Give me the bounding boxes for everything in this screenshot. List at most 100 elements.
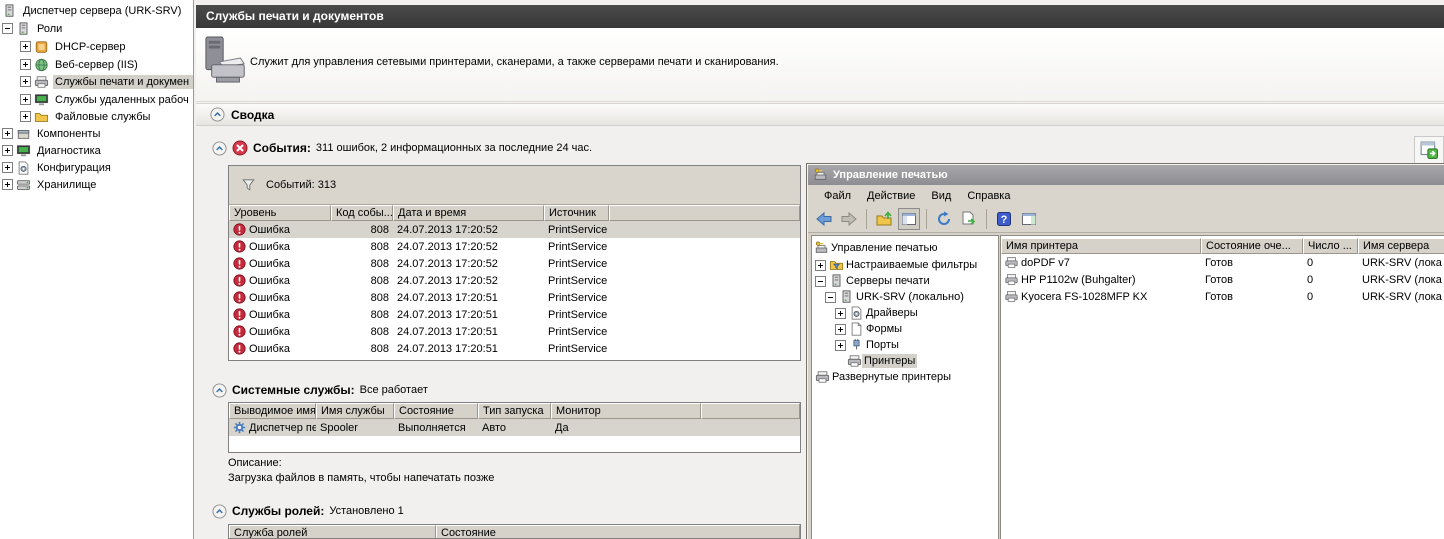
sidebar-item-print-services[interactable]: Службы печати и докумен <box>0 73 193 90</box>
tree-item-print-servers[interactable]: Серверы печати <box>812 273 998 289</box>
expand-icon[interactable] <box>2 179 13 190</box>
column-header-role-service[interactable]: Служба ролей <box>229 525 436 539</box>
services-table-header: Выводимое имя Имя службы Состояние Тип з… <box>229 403 800 419</box>
sidebar-item-label: Компоненты <box>35 127 102 141</box>
column-header-printer-name[interactable]: Имя принтера <box>1001 238 1201 254</box>
menu-help[interactable]: Справка <box>959 188 1018 204</box>
column-header-event-code[interactable]: Код собы... <box>331 205 393 221</box>
column-header-monitor[interactable]: Монитор <box>551 403 701 419</box>
expand-icon[interactable] <box>2 128 13 139</box>
go-to-window-icon <box>1420 141 1438 159</box>
column-header-queue-state[interactable]: Состояние оче... <box>1201 238 1303 254</box>
collapse-events-icon[interactable] <box>212 141 227 156</box>
window-titlebar[interactable]: Управление печатью <box>808 165 1444 185</box>
sidebar-item-dhcp[interactable]: DHCP-сервер <box>0 38 193 55</box>
column-header-source[interactable]: Источник <box>544 205 609 221</box>
toolbar-separator <box>986 209 987 229</box>
refresh-button[interactable] <box>933 208 955 230</box>
events-panel: Событий: 313 Уровень Код собы... Дата и … <box>228 165 801 361</box>
collapse-role-services-icon[interactable] <box>212 504 227 519</box>
expand-icon[interactable] <box>835 340 846 351</box>
expand-icon[interactable] <box>20 41 31 52</box>
sidebar-item-label: Службы удаленных рабоч <box>53 93 191 107</box>
event-row[interactable]: Ошибка 808 24.07.2013 17:20:51 PrintServ… <box>229 340 800 357</box>
forward-arrow-icon <box>841 211 857 227</box>
filter-icon[interactable] <box>241 178 256 192</box>
export-list-button[interactable] <box>958 208 980 230</box>
expand-icon[interactable] <box>2 162 13 173</box>
event-row[interactable]: Ошибка 808 24.07.2013 17:20:51 PrintServ… <box>229 323 800 340</box>
column-header-display-name[interactable]: Выводимое имя <box>229 403 316 419</box>
printer-row[interactable]: doPDF v7 Готов 0 URK-SRV (лока <box>1001 254 1444 271</box>
expand-icon[interactable] <box>20 59 31 70</box>
tree-item-ports[interactable]: Порты <box>812 337 998 353</box>
expand-icon[interactable] <box>835 308 846 319</box>
event-row[interactable]: Ошибка 808 24.07.2013 17:20:52 PrintServ… <box>229 238 800 255</box>
sidebar-item-configuration[interactable]: Конфигурация <box>0 159 193 176</box>
error-badge-icon <box>232 140 248 156</box>
expand-icon[interactable] <box>20 94 31 105</box>
collapse-services-icon[interactable] <box>212 383 227 398</box>
back-button[interactable] <box>813 208 835 230</box>
forward-button[interactable] <box>838 208 860 230</box>
sidebar-item-remote-desktop-services[interactable]: Службы удаленных рабоч <box>0 91 193 108</box>
tree-item-forms[interactable]: Формы <box>812 321 998 337</box>
toolbar <box>808 206 1444 233</box>
tree-item-print-management-root[interactable]: Управление печатью <box>812 240 998 256</box>
collapse-section-icon[interactable] <box>210 107 225 122</box>
column-header-role-state[interactable]: Состояние <box>436 525 800 539</box>
column-header-jobs[interactable]: Число ... <box>1303 238 1358 254</box>
expand-icon[interactable] <box>20 76 31 87</box>
printer-icon <box>1005 256 1018 269</box>
print-management-window[interactable]: Управление печатью Файл Действие Вид Спр… <box>806 163 1444 539</box>
column-header-filler <box>609 205 800 221</box>
sidebar-item-server-manager-root[interactable]: Диспетчер сервера (URK-SRV) <box>0 2 193 19</box>
menu-file[interactable]: Файл <box>816 188 859 204</box>
collapse-icon[interactable] <box>815 276 826 287</box>
event-row[interactable]: Ошибка 808 24.07.2013 17:20:51 PrintServ… <box>229 289 800 306</box>
event-row[interactable]: Ошибка 808 24.07.2013 17:20:51 PrintServ… <box>229 306 800 323</box>
column-header-service-name[interactable]: Имя службы <box>316 403 394 419</box>
tree-item-deployed-printers[interactable]: Развернутые принтеры <box>812 369 998 385</box>
sidebar-item-file-services[interactable]: Файловые службы <box>0 108 193 125</box>
printer-row[interactable]: HP P1102w (Buhgalter) Готов 0 URK-SRV (л… <box>1001 271 1444 288</box>
printer-row[interactable]: Kyocera FS-1028MFP KX Готов 0 URK-SRV (л… <box>1001 288 1444 305</box>
expand-icon[interactable] <box>815 260 826 271</box>
action-pane-icon <box>1021 211 1037 227</box>
sidebar-item-storage[interactable]: Хранилище <box>0 176 193 193</box>
column-header-server-name[interactable]: Имя сервера <box>1358 238 1444 254</box>
column-header-datetime[interactable]: Дата и время <box>393 205 544 221</box>
event-row[interactable]: Ошибка 808 24.07.2013 17:20:52 PrintServ… <box>229 221 800 238</box>
sidebar-item-features[interactable]: Компоненты <box>0 125 193 142</box>
menu-view[interactable]: Вид <box>923 188 959 204</box>
event-row[interactable]: Ошибка 808 24.07.2013 17:20:52 PrintServ… <box>229 272 800 289</box>
help-button[interactable] <box>993 208 1015 230</box>
service-row[interactable]: Диспетчер печати Spooler Выполняется Авт… <box>229 419 800 436</box>
menu-action[interactable]: Действие <box>859 188 923 204</box>
tree-item-drivers[interactable]: Драйверы <box>812 305 998 321</box>
menu-bar: Файл Действие Вид Справка <box>808 185 1444 206</box>
go-to-events-button[interactable] <box>1414 136 1444 164</box>
toolbar-separator <box>866 209 867 229</box>
collapse-icon[interactable] <box>825 292 836 303</box>
column-header-level[interactable]: Уровень <box>229 205 331 221</box>
expand-icon[interactable] <box>20 111 31 122</box>
ports-icon <box>849 338 864 352</box>
up-level-button[interactable] <box>873 208 895 230</box>
show-console-tree-button[interactable] <box>898 208 920 230</box>
expand-icon[interactable] <box>2 145 13 156</box>
sidebar-item-diagnostics[interactable]: Диагностика <box>0 142 193 159</box>
show-action-pane-button[interactable] <box>1018 208 1040 230</box>
tree-item-urk-srv[interactable]: URK-SRV (локально) <box>812 289 998 305</box>
summary-section-header[interactable]: Сводка <box>196 103 1444 126</box>
sidebar-item-iis[interactable]: Веб-сервер (IIS) <box>0 56 193 73</box>
column-header-startup-type[interactable]: Тип запуска <box>478 403 551 419</box>
expand-icon[interactable] <box>835 324 846 335</box>
sidebar-item-roles[interactable]: Роли <box>0 20 193 37</box>
collapse-icon[interactable] <box>2 23 13 34</box>
event-row[interactable]: Ошибка 808 24.07.2013 17:20:52 PrintServ… <box>229 255 800 272</box>
tree-item-printers[interactable]: Принтеры <box>812 353 998 369</box>
printer-icon <box>1005 290 1018 303</box>
tree-item-custom-filters[interactable]: Настраиваемые фильтры <box>812 257 998 273</box>
column-header-state[interactable]: Состояние <box>394 403 478 419</box>
